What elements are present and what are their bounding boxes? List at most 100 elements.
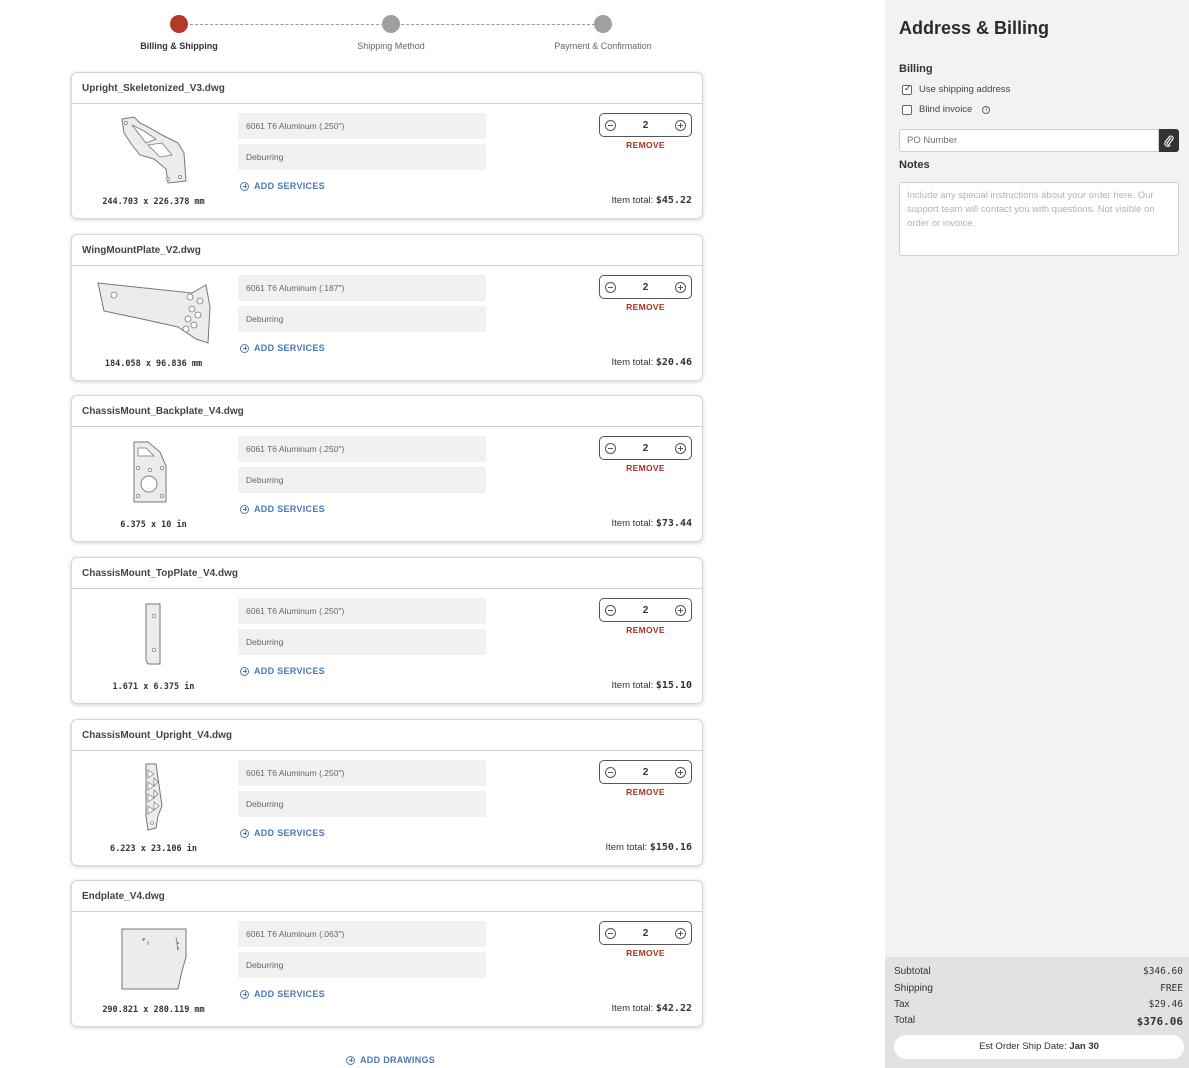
remove-button[interactable]: REMOVE <box>599 463 692 473</box>
remove-button[interactable]: REMOVE <box>599 140 692 150</box>
item-total-value: $73.44 <box>655 518 692 529</box>
quantity-value[interactable]: 2 <box>643 443 649 454</box>
divider <box>72 911 702 912</box>
add-services-button[interactable]: ADD SERVICES <box>240 504 325 514</box>
tax-value: $29.46 <box>1148 999 1183 1010</box>
decrement-icon[interactable] <box>605 927 616 939</box>
panel-title: Address & Billing <box>899 18 1050 38</box>
part-dimensions: 184.058 x 96.836 mm <box>104 359 203 369</box>
notes-textarea[interactable] <box>899 182 1179 256</box>
quantity-value[interactable]: 2 <box>643 767 649 778</box>
add-services-button[interactable]: ADD SERVICES <box>240 181 325 191</box>
item-total-value: $150.16 <box>649 842 692 853</box>
increment-icon[interactable] <box>675 927 686 939</box>
add-services-button[interactable]: ADD SERVICES <box>240 343 325 353</box>
service-field[interactable]: Deburring <box>238 629 486 655</box>
material-select[interactable]: 6061 T6 Aluminum (.187") <box>238 275 486 301</box>
decrement-icon[interactable] <box>605 281 616 293</box>
add-services-button[interactable]: ADD SERVICES <box>240 828 325 838</box>
remove-button[interactable]: REMOVE <box>599 625 692 635</box>
material-select[interactable]: 6061 T6 Aluminum (.250") <box>238 598 486 624</box>
add-services-label: ADD SERVICES <box>254 828 325 838</box>
quantity-value[interactable]: 2 <box>643 928 649 939</box>
part-filename: Upright_Skeletonized_V3.dwg <box>82 83 225 94</box>
est-ship-date: Est Order Ship Date: Jan 30 <box>894 1035 1184 1059</box>
part-thumbnail <box>82 436 225 510</box>
use-shipping-address-checkbox[interactable] <box>902 83 912 95</box>
quantity-value[interactable]: 2 <box>643 120 649 131</box>
step-payment-confirmation[interactable]: Payment & Confirmation <box>533 14 673 51</box>
decrement-icon[interactable] <box>605 442 616 454</box>
attach-button[interactable] <box>1159 129 1179 152</box>
part-card: ChassisMount_Backplate_V4.dwg 6.375 x 10… <box>71 395 703 542</box>
service-field[interactable]: Deburring <box>238 467 486 493</box>
part-dimensions: 6.375 x 10 in <box>120 520 187 530</box>
divider <box>72 103 702 104</box>
plus-circle-icon <box>240 343 249 353</box>
address-billing-panel: Address & Billing Billing Use shipping a… <box>885 0 1189 1068</box>
part-thumbnail <box>82 113 225 187</box>
step-shipping-method[interactable]: Shipping Method <box>321 14 461 51</box>
material-select[interactable]: 6061 T6 Aluminum (.063") <box>238 921 486 947</box>
part-dimensions: 244.703 x 226.378 mm <box>102 197 205 207</box>
decrement-icon[interactable] <box>605 604 616 616</box>
increment-icon[interactable] <box>675 119 686 131</box>
part-card: Upright_Skeletonized_V3.dwg 244.703 x 22… <box>71 72 703 219</box>
add-services-label: ADD SERVICES <box>254 181 325 191</box>
add-drawings-button[interactable]: ADD DRAWINGS <box>346 1055 435 1065</box>
subtotal-row: Subtotal $346.60 <box>894 966 1183 977</box>
plus-circle-icon <box>240 666 249 676</box>
material-select[interactable]: 6061 T6 Aluminum (.250") <box>238 436 486 462</box>
step-label: Payment & Confirmation <box>554 41 652 51</box>
service-field[interactable]: Deburring <box>238 791 486 817</box>
remove-button[interactable]: REMOVE <box>599 787 692 797</box>
part-thumbnail <box>82 275 225 349</box>
subtotal-label: Subtotal <box>894 966 931 977</box>
part-filename: WingMountPlate_V2.dwg <box>82 245 201 256</box>
item-total-value: $45.22 <box>655 195 692 206</box>
billing-heading: Billing <box>899 63 933 75</box>
quantity-stepper: 2 <box>599 275 692 299</box>
part-thumbnail <box>82 921 225 995</box>
item-total: Item total: $45.22 <box>612 195 692 206</box>
item-total-value: $15.10 <box>655 680 692 691</box>
item-total-label: Item total: <box>611 195 654 206</box>
decrement-icon[interactable] <box>605 119 616 131</box>
increment-icon[interactable] <box>675 766 686 778</box>
quantity-value[interactable]: 2 <box>643 605 649 616</box>
service-field[interactable]: Deburring <box>238 144 486 170</box>
add-services-button[interactable]: ADD SERVICES <box>240 666 325 676</box>
shipping-label: Shipping <box>894 983 933 994</box>
info-icon[interactable]: i <box>982 105 991 114</box>
part-filename: Endplate_V4.dwg <box>82 891 165 902</box>
total-label: Total <box>894 1015 916 1026</box>
po-number-input[interactable] <box>899 129 1159 152</box>
step-billing-shipping[interactable]: Billing & Shipping <box>109 14 249 51</box>
divider <box>72 426 702 427</box>
service-field[interactable]: Deburring <box>238 306 486 332</box>
use-shipping-address-label: Use shipping address <box>919 84 1011 95</box>
quantity-stepper: 2 <box>599 598 692 622</box>
quantity-stepper: 2 <box>599 921 692 945</box>
divider <box>72 265 702 266</box>
item-total-label: Item total: <box>611 357 654 368</box>
item-total: Item total: $20.46 <box>612 357 692 368</box>
material-select[interactable]: 6061 T6 Aluminum (.250") <box>238 113 486 139</box>
decrement-icon[interactable] <box>605 766 616 778</box>
item-total: Item total: $150.16 <box>605 842 692 853</box>
part-card: ChassisMount_TopPlate_V4.dwg 1.671 x 6.3… <box>71 557 703 704</box>
quantity-value[interactable]: 2 <box>643 282 649 293</box>
item-total-label: Item total: <box>611 1003 654 1014</box>
add-services-button[interactable]: ADD SERVICES <box>240 989 325 999</box>
increment-icon[interactable] <box>675 442 686 454</box>
blind-invoice-checkbox[interactable] <box>902 104 912 115</box>
material-select[interactable]: 6061 T6 Aluminum (.250") <box>238 760 486 786</box>
remove-button[interactable]: REMOVE <box>599 302 692 312</box>
increment-icon[interactable] <box>675 604 686 616</box>
remove-button[interactable]: REMOVE <box>599 948 692 958</box>
service-field[interactable]: Deburring <box>238 952 486 978</box>
item-total: Item total: $42.22 <box>612 1003 692 1014</box>
increment-icon[interactable] <box>675 281 686 293</box>
quantity-stepper: 2 <box>599 760 692 784</box>
part-dimensions: 6.223 x 23.106 in <box>110 844 197 854</box>
